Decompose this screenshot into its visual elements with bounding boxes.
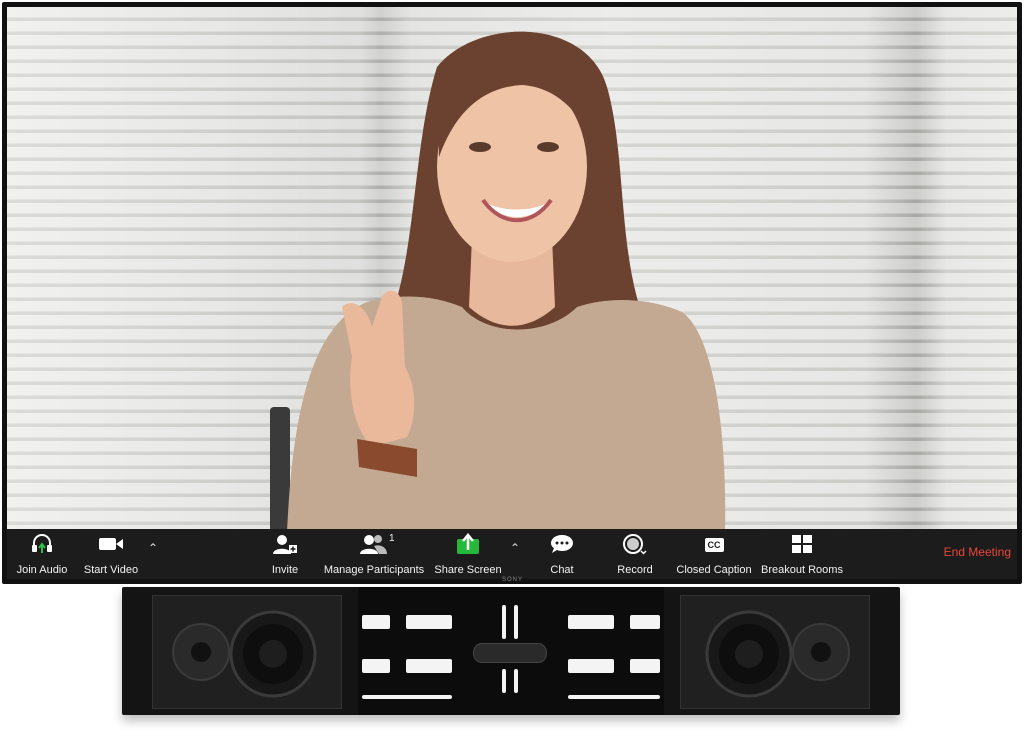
- share-screen-icon: [456, 532, 480, 558]
- left-speaker: [152, 595, 342, 709]
- video-bar-device: [122, 587, 900, 715]
- right-speaker: [680, 595, 870, 709]
- start-video-button[interactable]: Start Video: [83, 533, 139, 576]
- video-options-caret-icon[interactable]: ⌃: [148, 541, 158, 555]
- participant-count-badge: 1: [389, 533, 395, 544]
- record-icon: [622, 533, 648, 558]
- chat-label: Chat: [550, 564, 574, 576]
- closed-caption-button[interactable]: CC Closed Caption: [675, 533, 753, 576]
- record-button[interactable]: Record: [615, 533, 655, 576]
- meeting-toolbar: Join Audio Start Video ⌃ Invite 1 Manage…: [7, 529, 1017, 579]
- manage-participants-button[interactable]: 1 Manage Participants: [323, 533, 425, 576]
- end-meeting-button[interactable]: End Meeting: [944, 545, 1011, 559]
- chat-bubble-icon: [549, 533, 575, 558]
- participant-video: [287, 31, 726, 529]
- video-camera-icon: [98, 536, 124, 555]
- mounting-bracket: [358, 587, 664, 715]
- breakout-rooms-button[interactable]: Breakout Rooms: [759, 533, 845, 576]
- breakout-rooms-label: Breakout Rooms: [761, 564, 843, 576]
- webcam: [473, 643, 547, 663]
- chat-button[interactable]: Chat: [545, 533, 579, 576]
- share-options-caret-icon[interactable]: ⌃: [510, 541, 520, 555]
- breakout-rooms-icon: [791, 534, 813, 557]
- closed-caption-icon: CC: [704, 538, 724, 552]
- join-audio-button[interactable]: Join Audio: [15, 533, 69, 576]
- start-video-label: Start Video: [83, 564, 139, 576]
- share-screen-label: Share Screen: [434, 564, 502, 576]
- join-audio-label: Join Audio: [16, 564, 68, 576]
- video-feed: [7, 7, 1017, 529]
- invite-label: Invite: [271, 564, 299, 576]
- add-user-icon: [272, 533, 298, 558]
- manage-participants-label: Manage Participants: [323, 564, 425, 576]
- headphones-icon: [30, 533, 54, 558]
- invite-button[interactable]: Invite: [265, 533, 305, 576]
- record-label: Record: [617, 564, 653, 576]
- tv-display: Join Audio Start Video ⌃ Invite 1 Manage…: [2, 2, 1022, 584]
- participants-icon: [360, 533, 388, 558]
- closed-caption-label: Closed Caption: [676, 564, 752, 576]
- share-screen-button[interactable]: Share Screen: [433, 532, 503, 576]
- tv-brand-logo: SONY: [502, 577, 524, 583]
